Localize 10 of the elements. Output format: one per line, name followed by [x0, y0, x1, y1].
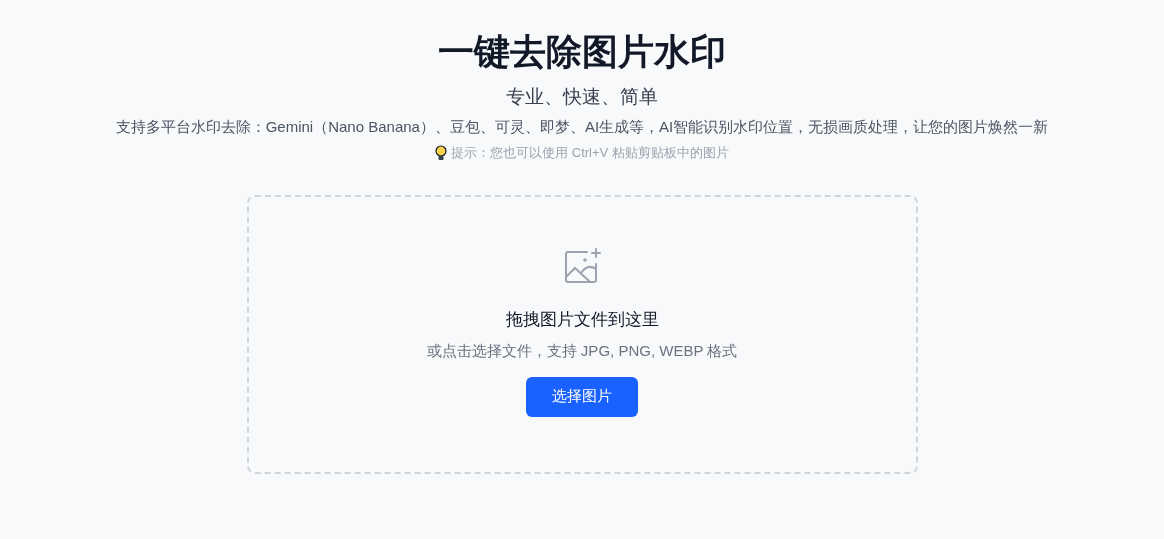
select-image-button[interactable]: 选择图片 [526, 376, 638, 417]
add-image-icon [563, 246, 601, 285]
drop-zone[interactable]: 拖拽图片文件到这里 或点击选择文件，支持 JPG, PNG, WEBP 格式 选择图片 [246, 194, 918, 474]
file-format-hint: 或点击选择文件，支持 JPG, PNG, WEBP 格式 [426, 341, 738, 361]
drop-heading: 拖拽图片文件到这里 [505, 308, 659, 331]
tip-text: 提示：您也可以使用 Ctrl+V 粘贴剪贴板中的图片 [451, 144, 729, 162]
lightbulb-icon [435, 144, 448, 161]
description: 支持多平台水印去除：Gemini（Nano Banana）、豆包、可灵、即梦、AI生成等，AI智能识别水印位置，无损画质处理，让您的图片焕然一新 [115, 117, 1049, 137]
page-title: 一键去除图片水印 [438, 30, 726, 74]
subtitle: 专业、快速、简单 [506, 85, 658, 109]
